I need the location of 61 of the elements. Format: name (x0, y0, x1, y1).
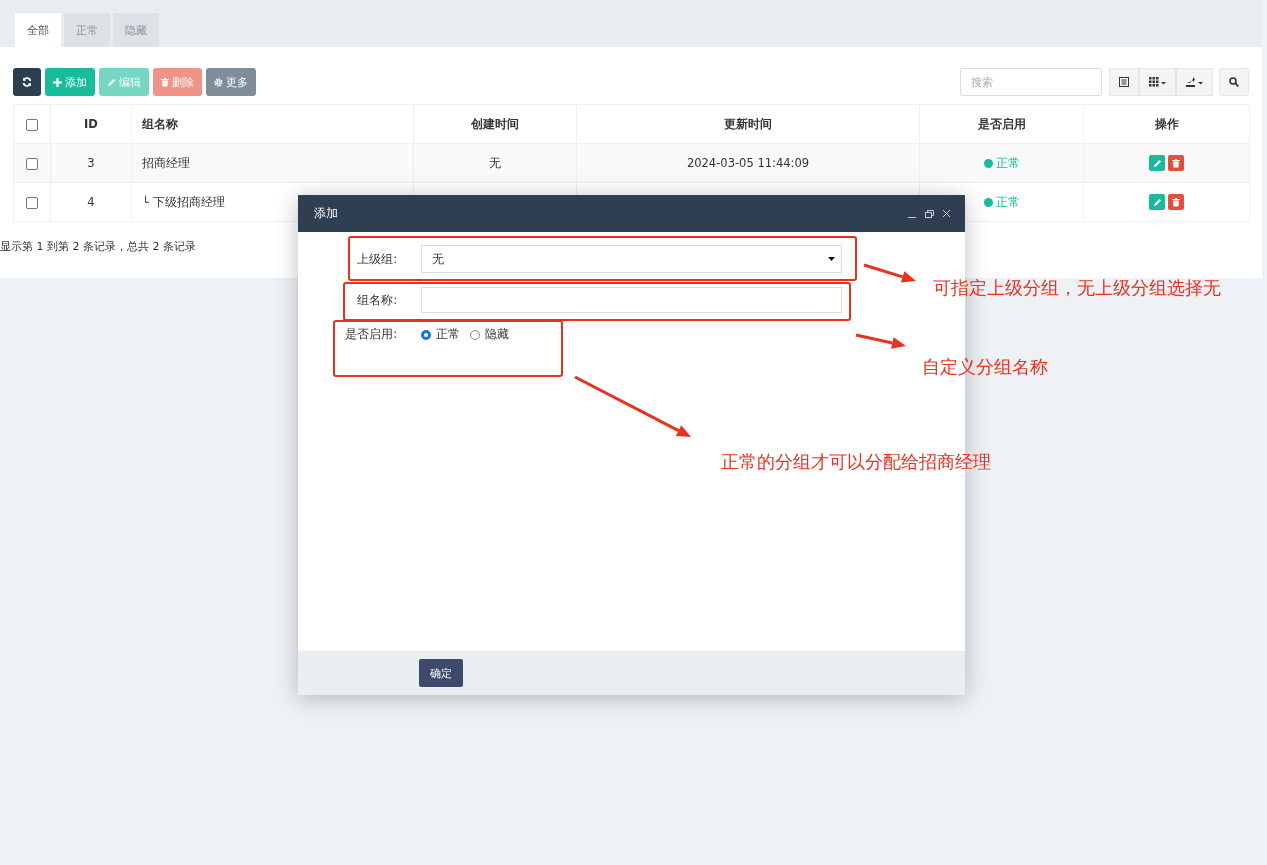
group-name-input[interactable] (421, 287, 842, 313)
group-name-cell: 招商经理 (142, 155, 190, 170)
annotation-text: 正常的分组才可以分配给招商经理 (721, 450, 991, 474)
add-button[interactable]: 添加 (45, 68, 95, 96)
plus-icon (53, 77, 62, 87)
close-icon[interactable] (943, 210, 950, 217)
radio-option[interactable]: 正常 (421, 327, 460, 342)
caret-icon (828, 257, 835, 261)
confirm-button[interactable]: 确定 (419, 659, 463, 687)
column-header: 更新时间 (724, 116, 772, 131)
id-cell: 4 (87, 195, 95, 209)
status-label: 正常 (995, 155, 1020, 171)
trash-icon (1172, 158, 1180, 168)
filter-tab[interactable]: 全部 (15, 13, 61, 47)
search-field[interactable]: 搜索 (960, 68, 1102, 96)
filter-tab[interactable]: 正常 (64, 13, 110, 47)
field-label: 上级组: (356, 251, 397, 267)
status-label: 正常 (995, 194, 1020, 210)
search-icon (1229, 77, 1239, 87)
annotation-arrow (863, 263, 916, 283)
search-button[interactable] (1219, 68, 1249, 96)
trash-icon (161, 77, 169, 87)
group-name-cell: └ 下级招商经理 (142, 194, 225, 209)
updated-time-cell: 2024-03-05 11:44:09 (686, 156, 810, 170)
row-checkbox[interactable] (26, 157, 38, 170)
refresh-button[interactable] (13, 68, 41, 96)
pagination-info: 显示第 1 到第 2 条记录，总共 2 条记录 (0, 239, 197, 254)
column-header: 是否启用 (977, 116, 1026, 131)
delete-button[interactable] (1168, 155, 1184, 171)
created-time-cell: 无 (489, 155, 501, 170)
gear-icon (214, 77, 223, 87)
trash-icon (1172, 197, 1180, 207)
column-header: 组名称 (142, 116, 178, 131)
annotation-arrow (855, 333, 906, 349)
column-header: 操作 (1154, 116, 1179, 131)
restore-icon[interactable] (925, 209, 934, 218)
id-cell: 3 (87, 156, 95, 170)
pencil-icon (107, 77, 116, 87)
annotation-text: 自定义分组名称 (922, 355, 1048, 379)
annotation-text: 可指定上级分组，无上级分组选择无 (933, 276, 1221, 300)
column-header: 创建时间 (471, 116, 519, 131)
toggle-view-button[interactable] (1109, 68, 1139, 96)
field-label: 组名称: (356, 292, 397, 308)
parent-group-select[interactable]: 无 (421, 245, 842, 273)
columns-button[interactable] (1139, 68, 1176, 96)
table-view-icon (1119, 77, 1129, 87)
more-button[interactable]: 更多 (206, 68, 256, 96)
filter-tab[interactable]: 隐藏 (113, 13, 159, 47)
field-label: 是否启用: (344, 327, 397, 342)
select-all-checkbox[interactable] (26, 118, 38, 131)
delete-button[interactable] (1168, 194, 1184, 210)
pencil-icon (1152, 197, 1162, 207)
export-button[interactable] (1176, 68, 1213, 96)
radio-option[interactable]: 隐藏 (470, 327, 509, 342)
refresh-icon (22, 77, 32, 87)
grid-icon (1149, 77, 1166, 87)
row-checkbox[interactable] (26, 196, 38, 209)
column-header: ID (84, 117, 98, 131)
dialog-title: 添加 (314, 205, 339, 222)
export-icon (1186, 77, 1203, 87)
pencil-icon (1152, 158, 1162, 168)
